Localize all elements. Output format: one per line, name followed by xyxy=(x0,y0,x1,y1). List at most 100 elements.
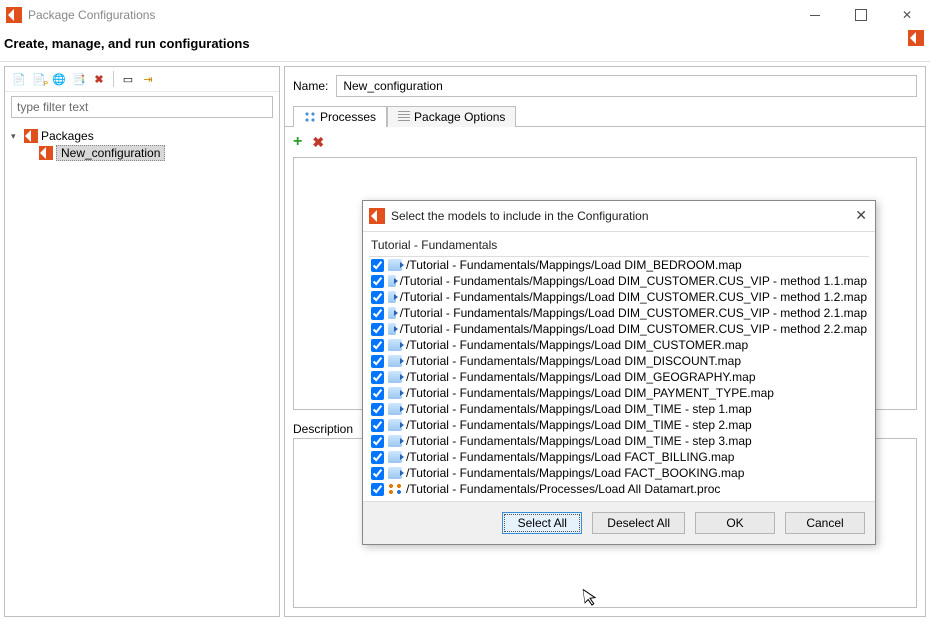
delete-icon[interactable]: ✖ xyxy=(91,71,107,87)
mapping-icon xyxy=(388,467,402,479)
left-toolbar: 📄 📄P 🌐 📑 ✖ ▭ ⇥ xyxy=(5,67,279,92)
model-group-header: Tutorial - Fundamentals xyxy=(369,236,869,256)
model-checkbox[interactable] xyxy=(371,467,384,480)
rightarrow-icon[interactable]: ⇥ xyxy=(140,71,156,87)
tab-package-options[interactable]: Package Options xyxy=(387,106,516,127)
duplicate-icon[interactable]: 📑 xyxy=(71,71,87,87)
model-row[interactable]: /Tutorial - Fundamentals/Mappings/Load D… xyxy=(369,369,869,385)
tab-processes-label: Processes xyxy=(320,110,376,124)
model-path-label: /Tutorial - Fundamentals/Mappings/Load D… xyxy=(400,322,867,336)
mapping-icon xyxy=(388,259,402,271)
tab-options-label: Package Options xyxy=(414,110,505,124)
model-checkbox[interactable] xyxy=(371,339,384,352)
processes-tab-icon xyxy=(304,111,316,123)
window-titlebar: Package Configurations xyxy=(0,0,930,30)
toolbar-separator xyxy=(113,71,114,87)
cancel-button[interactable]: Cancel xyxy=(785,512,865,534)
brand-icon xyxy=(908,30,924,46)
mapping-icon xyxy=(388,403,402,415)
mapping-icon xyxy=(388,275,396,287)
model-row[interactable]: /Tutorial - Fundamentals/Mappings/Load D… xyxy=(369,273,869,289)
dialog-titlebar: Select the models to include in the Conf… xyxy=(363,201,875,231)
window-title: Package Configurations xyxy=(28,8,155,22)
dialog-close-button[interactable]: ✕ xyxy=(855,207,867,224)
model-path-label: /Tutorial - Fundamentals/Processes/Load … xyxy=(406,482,720,496)
model-checkbox[interactable] xyxy=(371,451,384,464)
tab-processes[interactable]: Processes xyxy=(293,106,387,127)
model-row[interactable]: /Tutorial - Fundamentals/Mappings/Load F… xyxy=(369,465,869,481)
app-icon xyxy=(6,7,22,23)
model-row[interactable]: /Tutorial - Fundamentals/Mappings/Load D… xyxy=(369,321,869,337)
model-path-label: /Tutorial - Fundamentals/Mappings/Load F… xyxy=(406,466,744,480)
model-path-label: /Tutorial - Fundamentals/Mappings/Load D… xyxy=(406,386,774,400)
model-checkbox[interactable] xyxy=(371,307,384,320)
model-path-label: /Tutorial - Fundamentals/Mappings/Load F… xyxy=(406,450,734,464)
model-checkbox[interactable] xyxy=(371,259,384,272)
tabs: Processes Package Options xyxy=(285,105,925,127)
model-row[interactable]: /Tutorial - Fundamentals/Mappings/Load D… xyxy=(369,417,869,433)
model-checkbox[interactable] xyxy=(371,355,384,368)
mapping-icon xyxy=(388,323,396,335)
mapping-icon xyxy=(388,339,402,351)
model-row[interactable]: /Tutorial - Fundamentals/Mappings/Load F… xyxy=(369,449,869,465)
tree-child-row[interactable]: New_configuration xyxy=(39,144,273,162)
model-checkbox[interactable] xyxy=(371,387,384,400)
model-checkbox[interactable] xyxy=(371,275,384,288)
model-row[interactable]: /Tutorial - Fundamentals/Mappings/Load D… xyxy=(369,289,869,305)
model-checkbox[interactable] xyxy=(371,291,384,304)
model-path-label: /Tutorial - Fundamentals/Mappings/Load D… xyxy=(406,370,756,384)
tree-root-label: Packages xyxy=(41,129,94,143)
model-path-label: /Tutorial - Fundamentals/Mappings/Load D… xyxy=(406,434,752,448)
model-row[interactable]: /Tutorial - Fundamentals/Mappings/Load D… xyxy=(369,385,869,401)
mapping-icon xyxy=(388,387,402,399)
name-row: Name: xyxy=(285,67,925,105)
minimize-button[interactable] xyxy=(792,0,838,30)
select-models-dialog: Select the models to include in the Conf… xyxy=(362,200,876,545)
model-row[interactable]: /Tutorial - Fundamentals/Mappings/Load D… xyxy=(369,401,869,417)
model-row[interactable]: /Tutorial - Fundamentals/Mappings/Load D… xyxy=(369,353,869,369)
window-controls xyxy=(792,0,930,30)
collapse-all-icon[interactable]: ▭ xyxy=(120,71,136,87)
model-path-label: /Tutorial - Fundamentals/Mappings/Load D… xyxy=(406,418,752,432)
model-path-label: /Tutorial - Fundamentals/Mappings/Load D… xyxy=(400,306,867,320)
model-row[interactable]: /Tutorial - Fundamentals/Mappings/Load D… xyxy=(369,305,869,321)
name-input[interactable] xyxy=(336,75,917,97)
model-checkbox[interactable] xyxy=(371,483,384,496)
deselect-all-button[interactable]: Deselect All xyxy=(592,512,685,534)
filter-input[interactable] xyxy=(11,96,273,118)
model-path-label: /Tutorial - Fundamentals/Mappings/Load D… xyxy=(406,354,741,368)
processes-toolbar: + ✖ xyxy=(285,127,925,157)
remove-process-button[interactable]: ✖ xyxy=(312,134,324,151)
model-path-label: /Tutorial - Fundamentals/Mappings/Load D… xyxy=(400,274,867,288)
new-config-icon[interactable]: 📄 xyxy=(11,71,27,87)
add-process-button[interactable]: + xyxy=(293,133,302,151)
ok-button[interactable]: OK xyxy=(695,512,775,534)
close-button[interactable] xyxy=(884,0,930,30)
tree-root-row[interactable]: ▾ Packages xyxy=(11,128,273,144)
model-row[interactable]: /Tutorial - Fundamentals/Processes/Load … xyxy=(369,481,869,497)
new-folder-icon[interactable]: 📄P xyxy=(31,71,47,87)
config-icon xyxy=(39,146,53,160)
maximize-button[interactable] xyxy=(838,0,884,30)
mapping-icon xyxy=(388,419,402,431)
model-path-label: /Tutorial - Fundamentals/Mappings/Load D… xyxy=(406,258,742,272)
model-checkbox[interactable] xyxy=(371,371,384,384)
model-row[interactable]: /Tutorial - Fundamentals/Mappings/Load D… xyxy=(369,337,869,353)
model-path-label: /Tutorial - Fundamentals/Mappings/Load D… xyxy=(406,338,748,352)
model-checkbox[interactable] xyxy=(371,419,384,432)
select-all-button[interactable]: Select All xyxy=(502,512,582,534)
model-checkbox[interactable] xyxy=(371,323,384,336)
tree-child-label: New_configuration xyxy=(56,145,165,161)
export-icon[interactable]: 🌐 xyxy=(51,71,67,87)
config-tree: ▾ Packages New_configuration xyxy=(5,122,279,168)
mapping-icon xyxy=(388,371,402,383)
model-checkbox[interactable] xyxy=(371,403,384,416)
dialog-body: Tutorial - Fundamentals /Tutorial - Fund… xyxy=(363,231,875,501)
process-icon xyxy=(388,483,402,495)
model-row[interactable]: /Tutorial - Fundamentals/Mappings/Load D… xyxy=(369,257,869,273)
chevron-down-icon[interactable]: ▾ xyxy=(11,131,21,142)
page-subtitle: Create, manage, and run configurations xyxy=(4,36,250,51)
options-tab-icon xyxy=(398,111,410,123)
model-checkbox[interactable] xyxy=(371,435,384,448)
model-row[interactable]: /Tutorial - Fundamentals/Mappings/Load D… xyxy=(369,433,869,449)
